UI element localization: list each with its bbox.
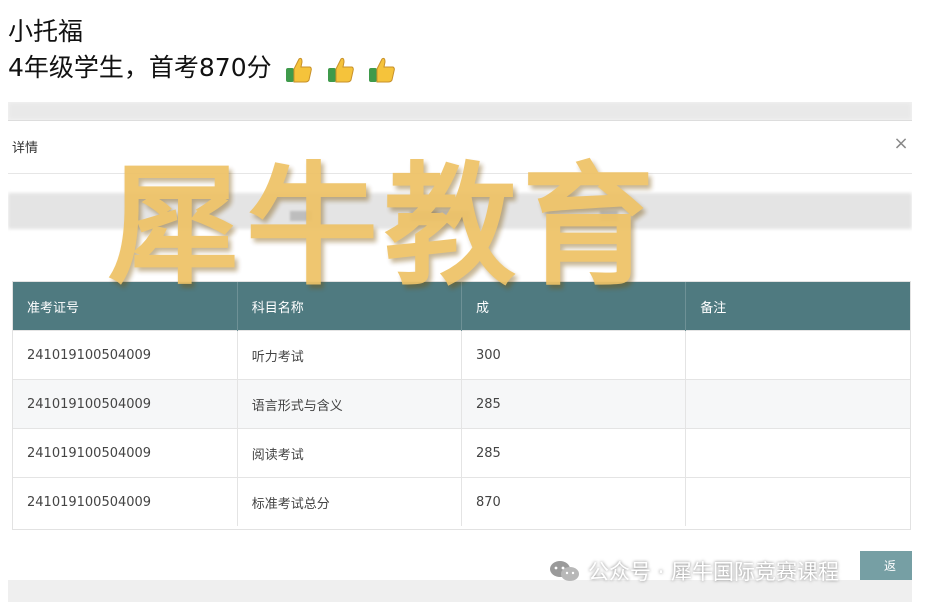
- caption-line: 4年级学生，首考870分: [8, 50, 401, 87]
- ticket-number-cell: 241019100504009: [13, 379, 238, 429]
- table-row: 241019100504009 阅读考试 285: [13, 428, 910, 478]
- remark-cell: [685, 477, 910, 526]
- column-header: 科目名称: [237, 282, 463, 331]
- column-header: 备注: [685, 282, 910, 331]
- score-cell: 285: [461, 379, 687, 429]
- subject-cell: 语言形式与含义: [237, 379, 463, 429]
- score-table-grid: 准考证号 科目名称 成 备注 241019100504009 听力考试 300 …: [13, 282, 910, 526]
- score-cell: 300: [461, 330, 687, 380]
- subject-cell: 听力考试: [237, 330, 463, 380]
- ticket-number-cell: 241019100504009: [13, 330, 238, 380]
- remark-cell: [685, 330, 910, 380]
- caption-name: 小托福: [8, 17, 84, 46]
- wechat-icon: [550, 561, 579, 581]
- score-screenshot: 详情 × 准考证号 科目名称 成 备注 241019100504009 听力考试…: [8, 102, 912, 602]
- blurred-top-bar: [8, 102, 912, 120]
- blurred-text: [290, 211, 312, 221]
- subject-cell: 阅读考试: [237, 428, 463, 478]
- table-row: 241019100504009 语言形式与含义 285: [13, 379, 910, 429]
- table-row: 241019100504009 听力考试 300: [13, 330, 910, 380]
- modal-title: 详情: [12, 141, 39, 156]
- ticket-number-cell: 241019100504009: [13, 477, 238, 526]
- ticket-number-cell: 241019100504009: [13, 428, 238, 478]
- subject-cell: 标准考试总分: [237, 477, 463, 526]
- account-name: 公众号 · 犀牛国际竞赛课程: [588, 560, 840, 584]
- column-header: 成: [461, 282, 687, 331]
- remark-cell: [685, 379, 910, 429]
- column-header: 准考证号: [13, 282, 238, 331]
- remark-cell: [685, 428, 910, 478]
- account-watermark: 公众号 · 犀牛国际竞赛课程: [548, 556, 839, 586]
- modal-header: 详情 ×: [8, 121, 912, 174]
- blurred-text: [600, 211, 618, 221]
- score-cell: 285: [461, 428, 687, 478]
- blurred-text: [410, 211, 470, 221]
- table-row: 241019100504009 标准考试总分 870: [13, 477, 910, 526]
- thumbs-group: [284, 51, 402, 87]
- close-icon[interactable]: ×: [890, 133, 912, 155]
- score-table: 准考证号 科目名称 成 备注 241019100504009 听力考试 300 …: [12, 281, 911, 530]
- details-modal: 详情 × 准考证号 科目名称 成 备注 241019100504009 听力考试…: [8, 120, 912, 581]
- return-button[interactable]: 返: [860, 551, 912, 581]
- post-caption: 小托福 4年级学生，首考870分: [8, 14, 401, 87]
- table-header-row: 准考证号 科目名称 成 备注: [13, 282, 910, 331]
- thumbs-up-icon: [369, 57, 396, 83]
- thumbs-up-icon: [285, 57, 312, 83]
- score-cell: 870: [461, 477, 687, 526]
- thumbs-up-icon: [327, 57, 354, 83]
- caption-score-text: 4年级学生，首考870分: [8, 53, 272, 82]
